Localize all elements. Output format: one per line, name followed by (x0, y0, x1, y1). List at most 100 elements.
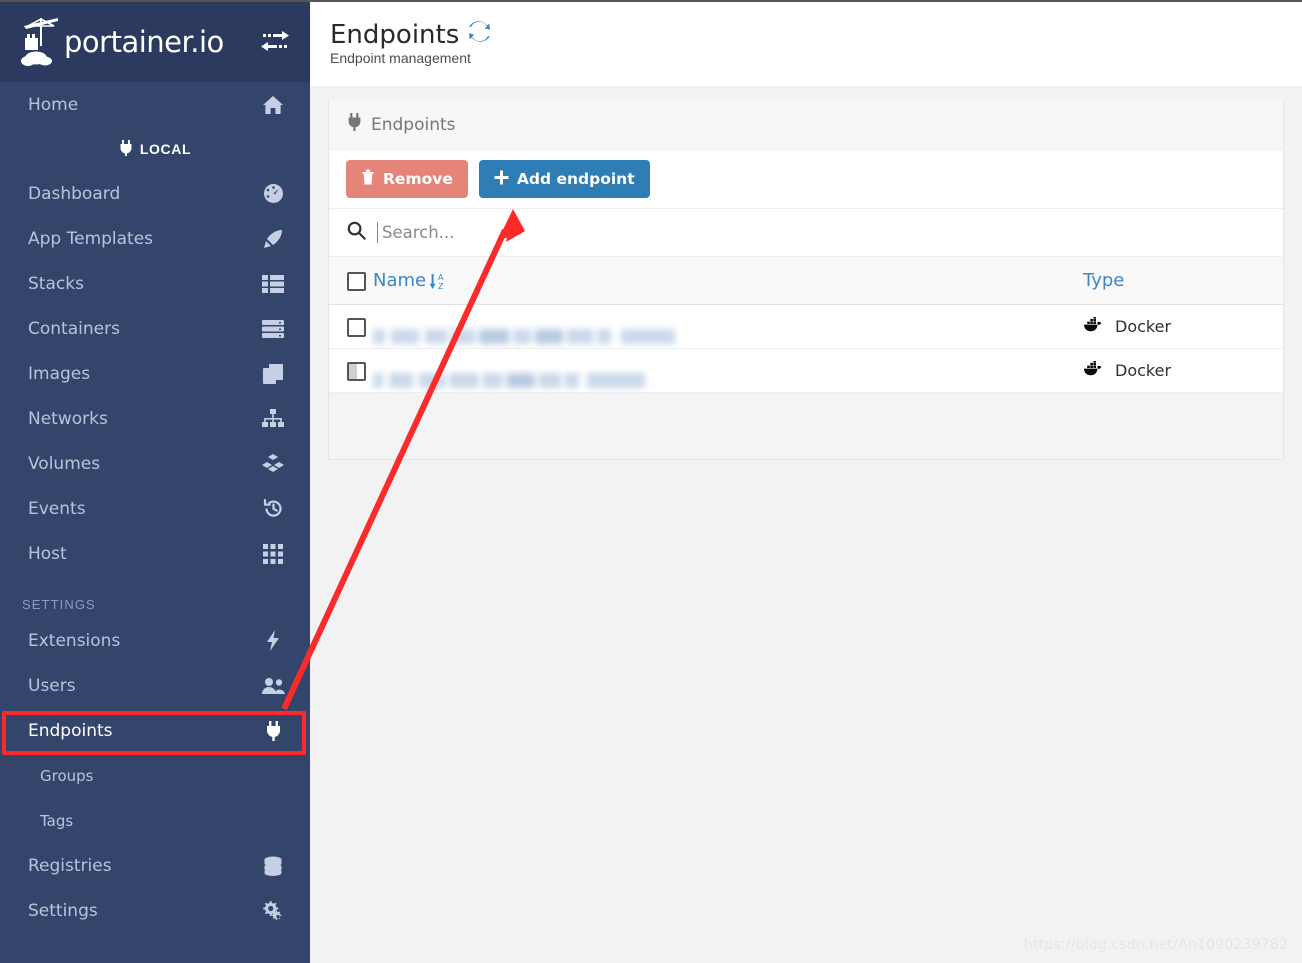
row-name-cell (373, 304, 1083, 349)
sidebar-item-images[interactable]: Images (0, 351, 310, 396)
sidebar-item-groups[interactable]: Groups (0, 753, 310, 798)
column-header-name[interactable]: Name A Z (373, 256, 1083, 305)
sidebar-item-settings[interactable]: Settings (0, 888, 310, 933)
sidebar-item-containers[interactable]: Containers (0, 306, 310, 351)
main-content: Endpoints Remove Add endpoint Search... … (310, 86, 1302, 963)
sidebar-section-settings: SETTINGS (0, 576, 310, 618)
remove-button-label: Remove (383, 170, 453, 188)
brand-name: portainer.io (64, 25, 224, 59)
column-header-type[interactable]: Type (1083, 256, 1283, 305)
sidebar-item-extensions[interactable]: Extensions (0, 618, 310, 663)
panel-header: Endpoints (329, 100, 1283, 150)
cogs-icon (260, 900, 286, 922)
panel-actions: Remove Add endpoint (329, 150, 1283, 208)
portainer-crane-logo-icon (20, 16, 62, 68)
sidebar-item-volumes[interactable]: Volumes (0, 441, 310, 486)
sitemap-icon (260, 408, 286, 430)
exchange-arrows-icon[interactable] (258, 25, 292, 59)
plug-icon (260, 720, 286, 742)
table-body: Docker Docker (329, 304, 1283, 393)
row-name-cell (373, 348, 1083, 393)
page-subtitle: Endpoint management (330, 50, 471, 66)
sidebar-item-users[interactable]: Users (0, 663, 310, 708)
sidebar-item-networks[interactable]: Networks (0, 396, 310, 441)
watermark: https://blog.csdn.net/An1090239782 (1023, 937, 1288, 953)
plug-icon (119, 139, 133, 159)
panel-footer (329, 393, 1283, 459)
th-icon (260, 543, 286, 565)
portainer-app: portainer.io Home LOCAL Dashboard App Te… (0, 0, 1302, 963)
sidebar-item-host[interactable]: Host (0, 531, 310, 576)
sidebar-item-label: Dashboard (28, 183, 121, 204)
row-checkbox[interactable] (347, 317, 366, 337)
sidebar-local-badge: LOCAL (0, 127, 310, 171)
docker-icon (1083, 315, 1105, 337)
column-header-type-label: Type (1083, 270, 1125, 291)
trash-icon (361, 169, 375, 189)
sidebar-item-label: Networks (28, 408, 108, 429)
row-select-cell (329, 348, 373, 393)
sidebar-item-label: Events (28, 498, 86, 519)
search-row (329, 208, 1283, 256)
sidebar-item-label: Groups (40, 766, 94, 785)
page-title: Endpoints (330, 20, 491, 50)
sidebar: portainer.io Home LOCAL Dashboard App Te… (0, 2, 310, 963)
sidebar-item-label: Volumes (28, 453, 101, 474)
sidebar-item-label: Settings (28, 900, 98, 921)
cubes-icon (260, 453, 286, 475)
sidebar-item-label: Home (28, 94, 79, 115)
sidebar-item-registries[interactable]: Registries (0, 843, 310, 888)
search-input[interactable] (377, 222, 777, 243)
home-icon (260, 94, 286, 116)
row-type-label: Docker (1115, 317, 1172, 336)
row-type-label: Docker (1115, 361, 1172, 380)
sidebar-item-label: Stacks (28, 273, 84, 294)
table-head: Name A Z Type (329, 256, 1283, 305)
sidebar-item-label: Endpoints (28, 720, 113, 741)
database-icon (260, 855, 286, 877)
row-type-cell: Docker (1083, 304, 1283, 349)
page-title-text: Endpoints (330, 20, 460, 50)
sidebar-item-dashboard[interactable]: Dashboard (0, 171, 310, 216)
table-row[interactable]: Docker (329, 348, 1283, 393)
select-all-header (329, 256, 373, 305)
docker-icon (1083, 359, 1105, 381)
users-icon (260, 675, 286, 697)
refresh-icon[interactable] (468, 20, 491, 50)
sort-alpha-down-icon: A Z (429, 271, 446, 290)
sidebar-item-app-templates[interactable]: App Templates (0, 216, 310, 261)
sidebar-item-tags[interactable]: Tags (0, 798, 310, 843)
bolt-icon (260, 630, 286, 652)
sidebar-item-stacks[interactable]: Stacks (0, 261, 310, 306)
rocket-icon (260, 228, 286, 250)
sidebar-item-label: App Templates (28, 228, 154, 249)
brand-logo[interactable]: portainer.io (20, 16, 258, 68)
sidebar-item-label: Extensions (28, 630, 121, 651)
endpoints-panel: Endpoints Remove Add endpoint Search... … (328, 100, 1284, 460)
sidebar-item-label: Registries (28, 855, 112, 876)
remove-button[interactable]: Remove (346, 160, 468, 198)
search-icon (347, 221, 366, 245)
plug-icon (347, 113, 362, 136)
server-icon (260, 318, 286, 340)
sidebar-item-events[interactable]: Events (0, 486, 310, 531)
page-header: Endpoints Endpoint management (310, 2, 1302, 86)
sidebar-item-label: Tags (40, 811, 74, 830)
row-type-cell: Docker (1083, 348, 1283, 393)
sidebar-local-label: LOCAL (139, 141, 192, 157)
select-all-checkbox[interactable] (347, 271, 366, 291)
row-checkbox[interactable] (347, 361, 366, 381)
list-icon (260, 273, 286, 295)
table-header-row: Name A Z Type (329, 256, 1283, 305)
sidebar-item-home[interactable]: Home (0, 82, 310, 127)
add-endpoint-button[interactable]: Add endpoint (478, 160, 650, 198)
table-row[interactable]: Docker (329, 304, 1283, 349)
history-icon (260, 498, 286, 520)
row-select-cell (329, 304, 373, 349)
svg-text:Z: Z (438, 282, 444, 290)
panel-title: Endpoints (371, 114, 456, 135)
sidebar-header: portainer.io (0, 2, 310, 82)
column-header-name-label: Name (373, 270, 427, 291)
sidebar-item-endpoints[interactable]: Endpoints (0, 708, 310, 753)
endpoints-table: Name A Z Type Docker Docker (329, 256, 1283, 393)
